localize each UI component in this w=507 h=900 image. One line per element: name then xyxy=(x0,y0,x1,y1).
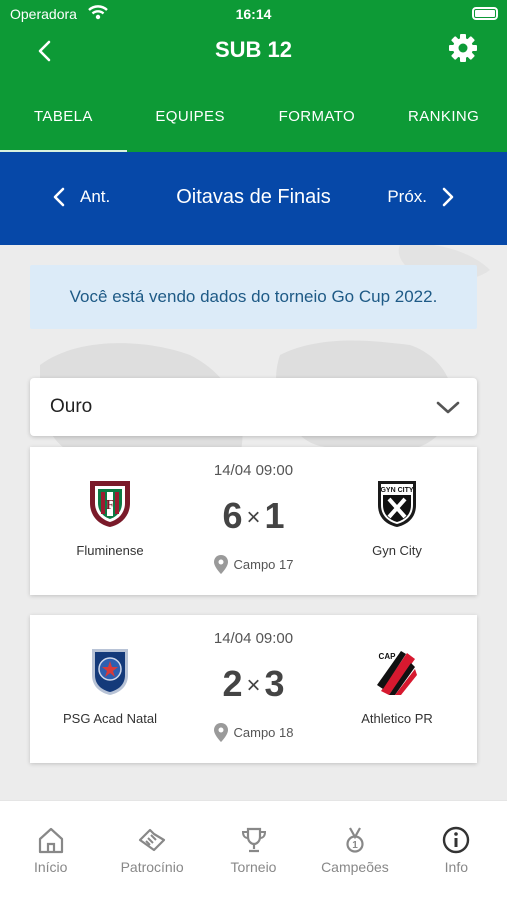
chevron-right-icon xyxy=(442,187,454,207)
handshake-icon xyxy=(139,828,166,852)
match-place-label: Campo 18 xyxy=(233,725,294,740)
nav-patrocinio[interactable]: Patrocínio xyxy=(101,801,202,900)
away-team[interactable]: GYN CITY Gyn City xyxy=(327,477,467,558)
nav-patrocinio-label: Patrocínio xyxy=(120,859,184,875)
group-select-value: Ouro xyxy=(50,396,93,417)
away-score: 1 xyxy=(264,495,285,536)
match-place-label: Campo 17 xyxy=(233,557,294,572)
home-score: 2 xyxy=(222,663,243,704)
status-time: 16:14 xyxy=(235,6,272,22)
nav-info[interactable]: Info xyxy=(406,801,507,900)
chevron-down-icon xyxy=(436,401,460,414)
next-round-label: Próx. xyxy=(387,187,427,206)
tab-tabela[interactable]: TABELA xyxy=(0,92,127,152)
away-team-name: Athletico PR xyxy=(361,711,433,726)
match-card[interactable]: PSG Acad Natal 14/04 09:00 2 × 3 Campo 18 … xyxy=(30,615,477,763)
nav-info-label: Info xyxy=(444,859,468,875)
nav-inicio-label: Início xyxy=(33,859,68,875)
athletico-crest-text: CAP xyxy=(379,652,397,661)
score-separator: × xyxy=(246,672,261,700)
nav-campeoes[interactable]: 1 Campeões xyxy=(304,801,405,900)
location-pin-icon xyxy=(213,723,228,742)
group-select[interactable]: Ouro xyxy=(30,378,477,436)
svg-text:1: 1 xyxy=(352,840,358,851)
nav-bar: SUB 12 xyxy=(0,28,507,72)
next-round-button[interactable]: Próx. xyxy=(387,186,455,208)
home-score: 6 xyxy=(222,495,243,536)
medal-icon: 1 xyxy=(346,827,364,853)
page-title: SUB 12 xyxy=(214,37,293,62)
matches-content[interactable]: Você está vendo dados do torneio Go Cup … xyxy=(0,245,507,800)
gyn-city-crest-text: GYN CITY xyxy=(380,487,413,494)
status-bar: Operadora 16:14 xyxy=(0,0,507,28)
location-pin-icon xyxy=(213,555,228,574)
nav-inicio[interactable]: Início xyxy=(0,801,101,900)
settings-gear-icon[interactable] xyxy=(447,32,479,64)
tab-bar: TABELA EQUIPES FORMATO RANKING xyxy=(0,92,507,152)
away-team[interactable]: CAP Athletico PR xyxy=(327,645,467,726)
info-icon xyxy=(443,826,470,854)
nav-torneio-label: Torneio xyxy=(230,859,277,875)
score-separator: × xyxy=(246,504,261,532)
away-score: 3 xyxy=(264,663,285,704)
round-navigator: Ant. Oitavas de Finais Próx. xyxy=(0,152,507,245)
tab-formato[interactable]: FORMATO xyxy=(254,92,381,152)
match-card[interactable]: F Fluminense 14/04 09:00 6 × 1 Campo 17 GY… xyxy=(30,447,477,595)
battery-icon xyxy=(472,7,498,20)
nav-campeoes-label: Campeões xyxy=(321,859,389,875)
gyn-city-crest-icon: GYN CITY xyxy=(378,481,416,527)
bottom-tab-bar: Início Patrocínio Torneio 1 Campeões Inf… xyxy=(0,800,507,900)
tournament-notice: Você está vendo dados do torneio Go Cup … xyxy=(30,265,477,329)
app-header: Operadora 16:14 SUB 12 TABELA EQUIPES FO… xyxy=(0,0,507,152)
home-icon xyxy=(38,827,63,854)
trophy-icon xyxy=(241,827,266,853)
nav-torneio[interactable]: Torneio xyxy=(203,801,304,900)
tab-equipes[interactable]: EQUIPES xyxy=(127,92,254,152)
away-team-name: Gyn City xyxy=(372,543,422,558)
tab-ranking[interactable]: RANKING xyxy=(380,92,507,152)
athletico-crest-icon: CAP xyxy=(377,651,417,695)
